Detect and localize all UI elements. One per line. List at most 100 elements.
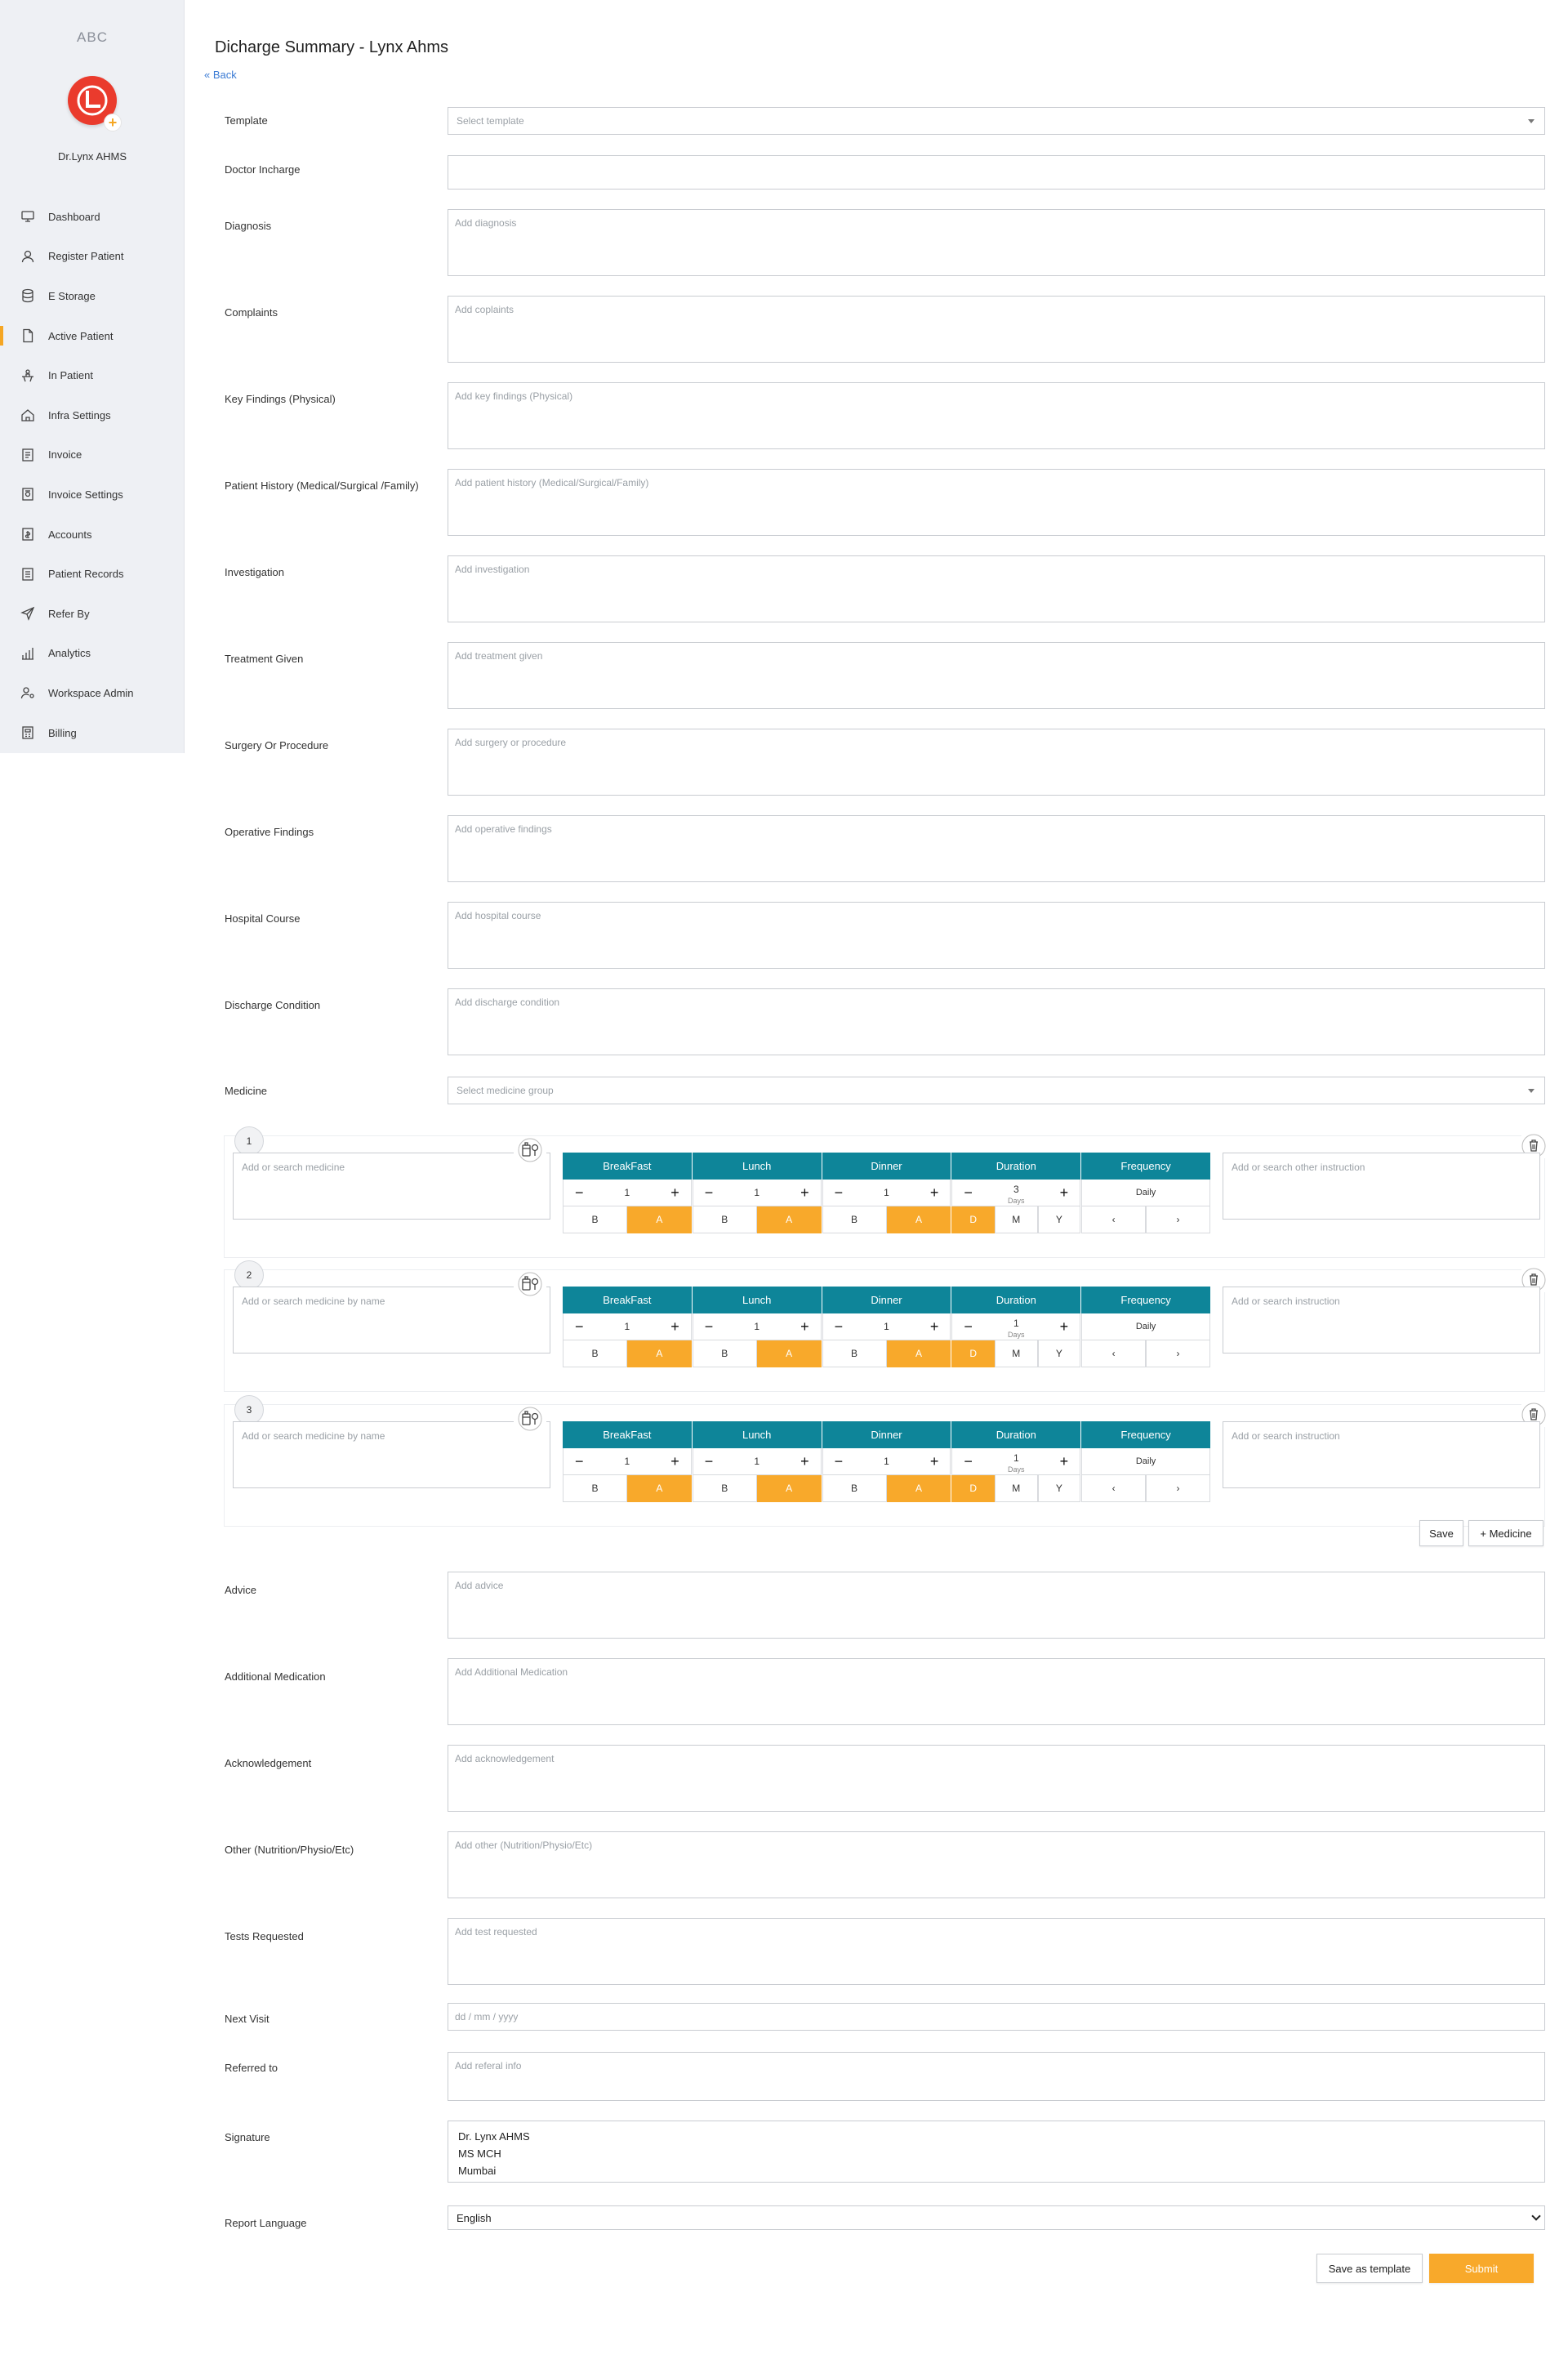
- minus-icon[interactable]: −: [575, 1453, 584, 1470]
- after-meal-toggle[interactable]: A: [626, 1475, 692, 1502]
- after-meal-toggle[interactable]: A: [886, 1475, 951, 1502]
- instruction-input[interactable]: [1223, 1287, 1540, 1354]
- sidebar-item-register-patient[interactable]: Register Patient: [0, 237, 185, 277]
- doctor-incharge-input[interactable]: [448, 155, 1545, 190]
- key-findings-input[interactable]: [448, 382, 1545, 449]
- before-meal-toggle[interactable]: B: [822, 1475, 887, 1502]
- duration-month-toggle[interactable]: M: [994, 1206, 1038, 1233]
- duration-year-toggle[interactable]: Y: [1037, 1475, 1081, 1502]
- signature-input[interactable]: Dr. Lynx AHMS MS MCH Mumbai: [448, 2121, 1545, 2183]
- duration-day-toggle[interactable]: D: [951, 1475, 995, 1502]
- medicine-type-icon[interactable]: [514, 1138, 546, 1162]
- duration-month-toggle[interactable]: M: [994, 1475, 1038, 1502]
- minus-icon[interactable]: −: [705, 1184, 714, 1202]
- frequency-next-button[interactable]: ›: [1146, 1340, 1210, 1367]
- sidebar-item-invoice[interactable]: Invoice: [0, 435, 185, 475]
- before-meal-toggle[interactable]: B: [563, 1206, 627, 1233]
- sidebar-item-workspace-admin[interactable]: Workspace Admin: [0, 673, 185, 713]
- referred-input[interactable]: [448, 2052, 1545, 2101]
- sidebar-item-infra-settings[interactable]: Infra Settings: [0, 395, 185, 435]
- history-input[interactable]: [448, 469, 1545, 536]
- frequency-next-button[interactable]: ›: [1146, 1206, 1210, 1233]
- instruction-input[interactable]: [1223, 1421, 1540, 1488]
- add-medicine-button[interactable]: + Medicine: [1468, 1520, 1544, 1546]
- sidebar-item-patient-records[interactable]: Patient Records: [0, 554, 185, 594]
- minus-icon[interactable]: −: [705, 1318, 714, 1336]
- minus-icon[interactable]: −: [575, 1318, 584, 1336]
- plus-icon[interactable]: +: [800, 1184, 809, 1202]
- advice-input[interactable]: [448, 1572, 1545, 1639]
- before-meal-toggle[interactable]: B: [822, 1206, 887, 1233]
- other-input[interactable]: [448, 1831, 1545, 1898]
- after-meal-toggle[interactable]: A: [626, 1206, 692, 1233]
- frequency-prev-button[interactable]: ‹: [1081, 1206, 1147, 1233]
- before-meal-toggle[interactable]: B: [822, 1340, 887, 1367]
- submit-button[interactable]: Submit: [1429, 2254, 1534, 2283]
- medicine-type-icon[interactable]: [514, 1272, 546, 1296]
- sidebar-item-billing[interactable]: Billing: [0, 713, 185, 753]
- plus-icon[interactable]: +: [800, 1318, 809, 1336]
- medicine-search-input[interactable]: [233, 1153, 550, 1220]
- plus-icon[interactable]: +: [670, 1184, 679, 1202]
- sidebar-item-active-patient[interactable]: Active Patient: [0, 316, 185, 356]
- after-meal-toggle[interactable]: A: [756, 1475, 822, 1502]
- minus-icon[interactable]: −: [575, 1184, 584, 1202]
- medicine-search-input[interactable]: [233, 1421, 550, 1488]
- after-meal-toggle[interactable]: A: [756, 1206, 822, 1233]
- acknowledgement-input[interactable]: [448, 1745, 1545, 1812]
- hospital-course-input[interactable]: [448, 902, 1545, 969]
- treatment-input[interactable]: [448, 642, 1545, 709]
- frequency-prev-button[interactable]: ‹: [1081, 1340, 1147, 1367]
- duration-year-toggle[interactable]: Y: [1037, 1206, 1081, 1233]
- plus-icon[interactable]: +: [800, 1453, 809, 1470]
- plus-icon[interactable]: +: [930, 1453, 939, 1470]
- back-link[interactable]: « Back: [204, 69, 237, 81]
- instruction-input[interactable]: [1223, 1153, 1540, 1220]
- discharge-condition-input[interactable]: [448, 988, 1545, 1055]
- before-meal-toggle[interactable]: B: [692, 1340, 757, 1367]
- frequency-prev-button[interactable]: ‹: [1081, 1475, 1147, 1502]
- next-visit-date-input[interactable]: [448, 2003, 1545, 2031]
- medicine-select[interactable]: Select medicine group: [448, 1077, 1545, 1104]
- after-meal-toggle[interactable]: A: [886, 1340, 951, 1367]
- frequency-value[interactable]: Daily: [1081, 1313, 1210, 1340]
- before-meal-toggle[interactable]: B: [692, 1475, 757, 1502]
- duration-day-toggle[interactable]: D: [951, 1340, 995, 1367]
- frequency-value[interactable]: Daily: [1081, 1180, 1210, 1206]
- medicine-search-input[interactable]: [233, 1287, 550, 1354]
- minus-icon[interactable]: −: [835, 1453, 844, 1470]
- after-meal-toggle[interactable]: A: [886, 1206, 951, 1233]
- template-select[interactable]: Select template: [448, 107, 1545, 135]
- sidebar-item-accounts[interactable]: Accounts: [0, 515, 185, 555]
- duration-month-toggle[interactable]: M: [994, 1340, 1038, 1367]
- plus-icon[interactable]: +: [930, 1318, 939, 1336]
- save-as-template-button[interactable]: Save as template: [1316, 2254, 1423, 2283]
- minus-icon[interactable]: −: [835, 1318, 844, 1336]
- plus-icon[interactable]: +: [670, 1318, 679, 1336]
- minus-icon[interactable]: −: [705, 1453, 714, 1470]
- diagnosis-input[interactable]: [448, 209, 1545, 276]
- duration-year-toggle[interactable]: Y: [1037, 1340, 1081, 1367]
- sidebar-item-in-patient[interactable]: In Patient: [0, 355, 185, 395]
- plus-icon[interactable]: +: [670, 1453, 679, 1470]
- surgery-input[interactable]: [448, 729, 1545, 796]
- sidebar-item-refer-by[interactable]: Refer By: [0, 594, 185, 634]
- additional-med-input[interactable]: [448, 1658, 1545, 1725]
- after-meal-toggle[interactable]: A: [756, 1340, 822, 1367]
- frequency-next-button[interactable]: ›: [1146, 1475, 1210, 1502]
- before-meal-toggle[interactable]: B: [563, 1340, 627, 1367]
- tests-input[interactable]: [448, 1918, 1545, 1985]
- complaints-input[interactable]: [448, 296, 1545, 363]
- before-meal-toggle[interactable]: B: [563, 1475, 627, 1502]
- sidebar-item-dashboard[interactable]: Dashboard: [0, 197, 185, 237]
- before-meal-toggle[interactable]: B: [692, 1206, 757, 1233]
- sidebar-item-invoice-settings[interactable]: Invoice Settings: [0, 475, 185, 515]
- after-meal-toggle[interactable]: A: [626, 1340, 692, 1367]
- minus-icon[interactable]: −: [835, 1184, 844, 1202]
- sidebar-item-e-storage[interactable]: E Storage: [0, 276, 185, 316]
- add-photo-icon[interactable]: +: [104, 114, 122, 132]
- report-language-select[interactable]: English: [448, 2205, 1545, 2230]
- duration-day-toggle[interactable]: D: [951, 1206, 995, 1233]
- investigation-input[interactable]: [448, 555, 1545, 622]
- frequency-value[interactable]: Daily: [1081, 1448, 1210, 1475]
